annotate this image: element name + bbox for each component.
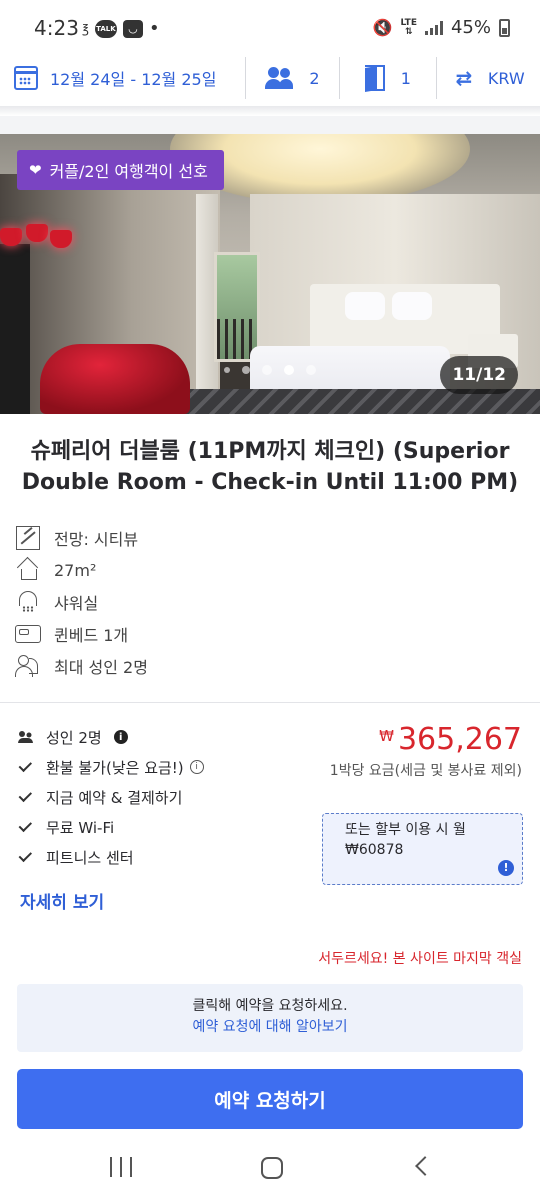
urgency-message: 서두르세요! 본 사이트 마지막 객실: [318, 951, 522, 967]
amenity-label: 최대 성인 2명: [54, 658, 148, 677]
battery-icon: [499, 18, 510, 37]
alert-icon[interactable]: !: [498, 860, 514, 876]
lte-icon: LTE ⇅: [400, 17, 417, 37]
house-icon: [14, 557, 42, 583]
status-bar: 4:23 ℥ TALK ◡ • 🔇 LTE ⇅ 45%: [0, 0, 540, 56]
badge-label: 커플/2인 여행객이 선호: [49, 162, 208, 181]
door-icon: [364, 65, 385, 93]
section-gap: [0, 116, 540, 134]
currency-label: KRW: [487, 68, 525, 88]
feature-adults: 성인 2명 i: [16, 722, 306, 752]
photo-pillow: [345, 292, 385, 320]
signal-icon: [424, 20, 443, 35]
room-selector[interactable]: 1: [340, 50, 435, 106]
feature-item: 피트니스 센터: [16, 842, 306, 872]
amenity-bed: 퀸베드 1개: [14, 618, 414, 650]
calendar-icon: [14, 66, 38, 90]
shower-icon: [14, 589, 42, 615]
request-info-box: 클릭해 예약을 요청하세요. 예약 요청에 대해 알아보기: [17, 984, 523, 1052]
app-notification-icon: ◡: [122, 19, 143, 38]
gallery-dot: [262, 365, 272, 375]
room-count: 1: [400, 68, 411, 88]
check-icon: [16, 758, 36, 772]
people-icon: [14, 653, 42, 679]
info-outline-icon[interactable]: i: [189, 760, 204, 774]
feature-item: 무료 Wi-Fi: [16, 812, 306, 842]
couple-preferred-badge: ❤ 커플/2인 여행객이 선호: [17, 150, 224, 190]
feature-item: 환불 불가(낮은 요금!) i: [16, 752, 306, 782]
date-range-selector[interactable]: 12월 24일 - 12월 25일: [0, 50, 245, 106]
feature-item: 지금 예약 & 결제하기: [16, 782, 306, 812]
photo-red-chair: [40, 344, 190, 414]
home-icon[interactable]: [261, 1157, 283, 1179]
heart-icon: ❤: [29, 160, 42, 179]
price-note: 1박당 요금(세금 및 봉사료 제외): [329, 763, 522, 779]
adults-icon: [16, 731, 36, 743]
price-currency: ₩: [379, 727, 394, 745]
rate-features: 성인 2명 i 환불 불가(낮은 요금!) i 지금 예약 & 결제하기 무료 …: [16, 722, 306, 872]
installment-amount: ₩60878: [345, 842, 404, 858]
room-photo-gallery[interactable]: ❤ 커플/2인 여행객이 선호 11/12: [0, 134, 540, 414]
guests-icon: [265, 67, 294, 89]
request-info-text: 클릭해 예약을 요청하세요.: [192, 998, 348, 1014]
learn-about-request-link[interactable]: 예약 요청에 대해 알아보기: [17, 1016, 523, 1038]
amenity-occupancy: 최대 성인 2명: [14, 650, 414, 682]
gallery-dot-active: [284, 365, 294, 375]
installment-line: 또는 할부 이용 시 월: [345, 822, 466, 838]
room-title: 슈페리어 더블룸 (11PM까지 체크인) (Superior Double R…: [21, 439, 519, 495]
amenity-label: 퀸베드 1개: [54, 626, 129, 645]
section-divider: [0, 702, 540, 703]
back-icon[interactable]: [415, 1156, 435, 1176]
android-nav-bar: [0, 1134, 540, 1200]
status-notification-icons: ℥ TALK ◡ •: [82, 18, 160, 39]
amenity-label: 전망: 시티뷰: [54, 530, 139, 549]
installment-box[interactable]: 또는 할부 이용 시 월 ₩60878 !: [322, 813, 523, 885]
feature-label: 지금 예약 & 결제하기: [46, 788, 183, 807]
amenity-size: 27m²: [14, 554, 414, 586]
gallery-dot: [242, 366, 250, 374]
status-system-icons: 🔇 LTE ⇅ 45%: [373, 17, 510, 38]
price-amount: 365,267: [397, 722, 522, 757]
photo-window: [214, 252, 260, 362]
see-details-link[interactable]: 자세히 보기: [20, 888, 104, 913]
photo-chandelier: [0, 224, 80, 284]
guest-count: 2: [309, 68, 320, 88]
feature-label: 환불 불가(낮은 요금!): [46, 758, 184, 777]
check-icon: [16, 818, 36, 832]
more-notifications-icon: •: [148, 18, 160, 39]
amenity-label: 27m²: [54, 560, 97, 580]
info-icon[interactable]: i: [113, 730, 128, 744]
search-bar-shadow: [0, 106, 540, 116]
feature-label: 무료 Wi-Fi: [46, 818, 115, 837]
date-range-label: 12월 24일 - 12월 25일: [50, 70, 217, 89]
search-summary-bar: 12월 24일 - 12월 25일 2 1 ⇄ KRW: [0, 50, 540, 106]
guest-selector[interactable]: 2: [246, 50, 339, 106]
view-icon: [14, 525, 42, 551]
recent-apps-icon[interactable]: [110, 1157, 132, 1177]
amenity-label: 샤워실: [54, 594, 99, 613]
mute-icon: 🔇: [372, 18, 393, 37]
gallery-dots: [224, 365, 316, 375]
amenity-shower: 샤워실: [14, 586, 414, 618]
amenity-view: 전망: 시티뷰: [14, 522, 414, 554]
battery-percent: 45%: [450, 17, 491, 38]
feature-label: 피트니스 센터: [46, 848, 134, 867]
status-time: 4:23: [34, 16, 79, 40]
currency-exchange-icon: ⇄: [455, 66, 473, 90]
gallery-dot: [306, 365, 316, 375]
check-icon: [16, 788, 36, 802]
room-amenities: 전망: 시티뷰 27m² 샤워실 퀸베드 1개 최대 성인 2명: [14, 522, 414, 682]
phone-alert-icon: ℥: [82, 21, 89, 36]
nightly-price: ₩365,267: [379, 722, 522, 757]
currency-selector[interactable]: ⇄ KRW: [437, 50, 540, 106]
photo-pillow: [392, 292, 432, 320]
request-booking-button[interactable]: 예약 요청하기: [17, 1069, 523, 1129]
check-icon: [16, 848, 36, 862]
kakaotalk-icon: TALK: [94, 19, 117, 38]
bed-icon: [14, 621, 42, 647]
photo-counter: 11/12: [440, 356, 518, 394]
gallery-dot: [224, 367, 230, 373]
feature-label: 성인 2명: [46, 728, 102, 747]
